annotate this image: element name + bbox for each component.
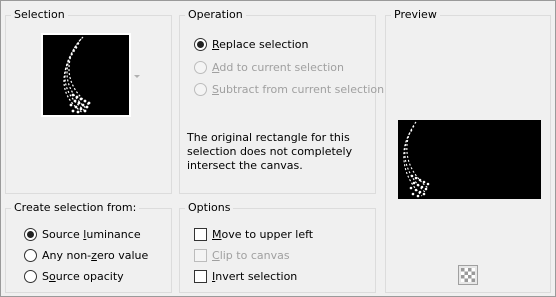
radio-subtract-from-selection[interactable]: Subtract from current selection bbox=[194, 83, 384, 96]
checkbox-label: Invert selection bbox=[212, 270, 298, 283]
checkbox-invert-selection[interactable]: Invert selection bbox=[194, 270, 297, 283]
checkerboard-icon bbox=[461, 268, 475, 282]
radio-label: Replace selection bbox=[212, 38, 309, 51]
preview-group-title: Preview bbox=[391, 8, 440, 21]
create-selection-from-title: Create selection from: bbox=[11, 201, 140, 214]
radio-indicator[interactable] bbox=[194, 38, 207, 51]
radio-label: Source opacity bbox=[42, 270, 124, 283]
checkbox-indicator[interactable] bbox=[194, 228, 207, 241]
selection-thumbnail-image bbox=[43, 35, 129, 115]
radio-indicator[interactable] bbox=[24, 249, 37, 262]
checkbox-clip-to-canvas[interactable]: Clip to canvas bbox=[194, 249, 290, 262]
radio-indicator[interactable] bbox=[194, 83, 207, 96]
radio-source-opacity[interactable]: Source opacity bbox=[24, 270, 124, 283]
selection-thumbnail[interactable] bbox=[41, 33, 131, 117]
thumbnail-dropdown-arrow[interactable] bbox=[134, 75, 140, 78]
radio-label: Add to current selection bbox=[212, 61, 344, 74]
preview-image bbox=[398, 120, 541, 199]
preview-shape-graphic bbox=[403, 121, 430, 198]
preview-group: Preview bbox=[385, 8, 551, 293]
selection-group: Selection bbox=[5, 8, 172, 194]
checkbox-label: Move to upper left bbox=[212, 228, 314, 241]
radio-label: Any non-zero value bbox=[42, 249, 149, 262]
operation-group: Operation Replace selection Add to curre… bbox=[179, 8, 384, 194]
radio-label: Subtract from current selection bbox=[212, 83, 385, 96]
radio-any-non-zero-value[interactable]: Any non-zero value bbox=[24, 249, 148, 262]
options-group: Options Move to upper left Clip to canva… bbox=[179, 201, 376, 293]
radio-replace-selection[interactable]: Replace selection bbox=[194, 38, 308, 51]
selection-group-title: Selection bbox=[11, 8, 68, 21]
checkbox-label: Clip to canvas bbox=[212, 249, 290, 262]
radio-add-to-selection[interactable]: Add to current selection bbox=[194, 61, 344, 74]
radio-indicator[interactable] bbox=[24, 270, 37, 283]
radio-indicator[interactable] bbox=[24, 228, 37, 241]
radio-source-luminance[interactable]: Source luminance bbox=[24, 228, 141, 241]
selection-shape-graphic bbox=[63, 36, 91, 114]
checkbox-indicator[interactable] bbox=[194, 249, 207, 262]
radio-label: Source luminance bbox=[42, 228, 141, 241]
radio-indicator[interactable] bbox=[194, 61, 207, 74]
options-group-title: Options bbox=[185, 201, 234, 214]
create-selection-from-group: Create selection from: Source luminance … bbox=[5, 201, 172, 293]
preview-background-button[interactable] bbox=[458, 265, 478, 285]
checkbox-indicator[interactable] bbox=[194, 270, 207, 283]
operation-group-title: Operation bbox=[185, 8, 246, 21]
checkbox-move-to-upper-left[interactable]: Move to upper left bbox=[194, 228, 313, 241]
intersection-warning-note: The original rectangle for this selectio… bbox=[187, 131, 353, 172]
